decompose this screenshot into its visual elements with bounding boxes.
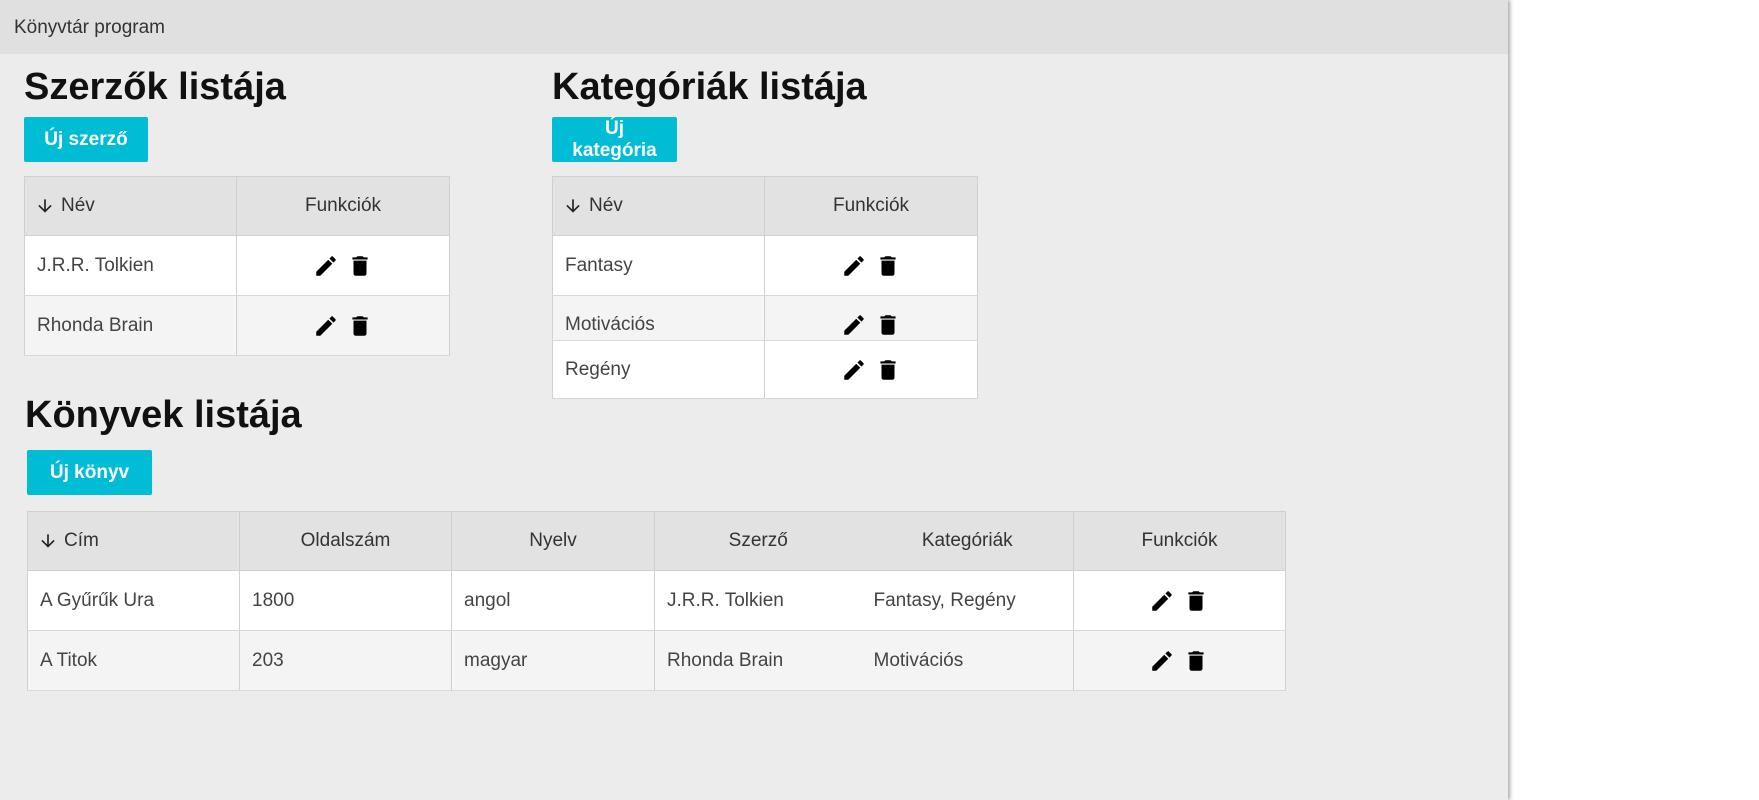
arrow-down-icon (38, 199, 52, 213)
row-actions (764, 235, 978, 296)
arrow-down-icon (566, 199, 580, 213)
books-functions-header: Funkciók (1073, 511, 1286, 571)
categories-title: Kategóriák listája (552, 66, 867, 108)
row-actions (236, 295, 450, 356)
row-actions (764, 340, 978, 399)
pencil-icon[interactable] (841, 312, 867, 338)
title-bar: Könyvtár program (0, 0, 1508, 54)
book-pages: 203 (239, 630, 452, 691)
pencil-icon[interactable] (313, 313, 339, 339)
books-language-header: Nyelv (451, 511, 655, 571)
books-author-header: Szerző (654, 511, 862, 571)
table-row: Motivációs (552, 295, 978, 341)
new-category-button[interactable]: Új kategória (552, 117, 677, 162)
authors-name-header[interactable]: Név (24, 176, 237, 236)
trash-icon[interactable] (875, 357, 901, 383)
trash-icon[interactable] (875, 253, 901, 279)
category-name: Motivációs (552, 295, 765, 341)
table-row: A Titok 203 magyar Rhonda Brain Motiváci… (27, 630, 1286, 691)
pencil-icon[interactable] (1149, 648, 1175, 674)
trash-icon[interactable] (875, 312, 901, 338)
book-author: J.R.R. Tolkien (654, 570, 862, 631)
new-author-button[interactable]: Új szerző (24, 117, 148, 162)
categories-table: Név Funkciók Fantasy Motivációs Regény (552, 176, 978, 399)
trash-icon[interactable] (347, 253, 373, 279)
app-window: Könyvtár program Szerzők listája Új szer… (0, 0, 1508, 800)
table-row: Fantasy (552, 235, 978, 296)
categories-name-header-label: Név (589, 195, 623, 216)
authors-name-header-label: Név (61, 195, 95, 216)
window-title: Könyvtár program (14, 17, 166, 38)
books-categories-header: Kategóriák (861, 511, 1074, 571)
pencil-icon[interactable] (1149, 588, 1175, 614)
book-categories: Motivációs (861, 630, 1074, 691)
book-title: A Titok (27, 630, 240, 691)
book-pages: 1800 (239, 570, 452, 631)
row-actions (764, 295, 978, 341)
book-language: angol (451, 570, 655, 631)
pencil-icon[interactable] (841, 253, 867, 279)
categories-name-header[interactable]: Név (552, 176, 765, 236)
book-language: magyar (451, 630, 655, 691)
pencil-icon[interactable] (313, 253, 339, 279)
trash-icon[interactable] (1183, 648, 1209, 674)
author-name: J.R.R. Tolkien (24, 235, 237, 296)
books-title-header[interactable]: Cím (27, 511, 240, 571)
category-name: Regény (552, 340, 765, 399)
author-name: Rhonda Brain (24, 295, 237, 356)
book-author: Rhonda Brain (654, 630, 862, 691)
book-title: A Gyűrűk Ura (27, 570, 240, 631)
pencil-icon[interactable] (841, 357, 867, 383)
table-row: A Gyűrűk Ura 1800 angol J.R.R. Tolkien F… (27, 570, 1286, 631)
trash-icon[interactable] (1183, 588, 1209, 614)
arrow-down-icon (41, 534, 55, 548)
table-row: Rhonda Brain (24, 295, 450, 356)
table-row: Regény (552, 340, 978, 399)
table-row: J.R.R. Tolkien (24, 235, 450, 296)
books-title: Könyvek listája (25, 394, 302, 436)
new-book-button[interactable]: Új könyv (27, 450, 152, 495)
authors-table: Név Funkciók J.R.R. Tolkien Rhonda Brain (24, 176, 450, 356)
books-table: Cím Oldalszám Nyelv Szerző Kategóriák Fu… (27, 511, 1286, 691)
row-actions (236, 235, 450, 296)
authors-functions-header: Funkciók (236, 176, 450, 236)
books-title-header-label: Cím (64, 530, 99, 551)
category-name: Fantasy (552, 235, 765, 296)
row-actions (1073, 630, 1286, 691)
categories-functions-header: Funkciók (764, 176, 978, 236)
row-actions (1073, 570, 1286, 631)
books-pages-header: Oldalszám (239, 511, 452, 571)
book-categories: Fantasy, Regény (861, 570, 1074, 631)
trash-icon[interactable] (347, 313, 373, 339)
authors-title: Szerzők listája (24, 66, 286, 108)
